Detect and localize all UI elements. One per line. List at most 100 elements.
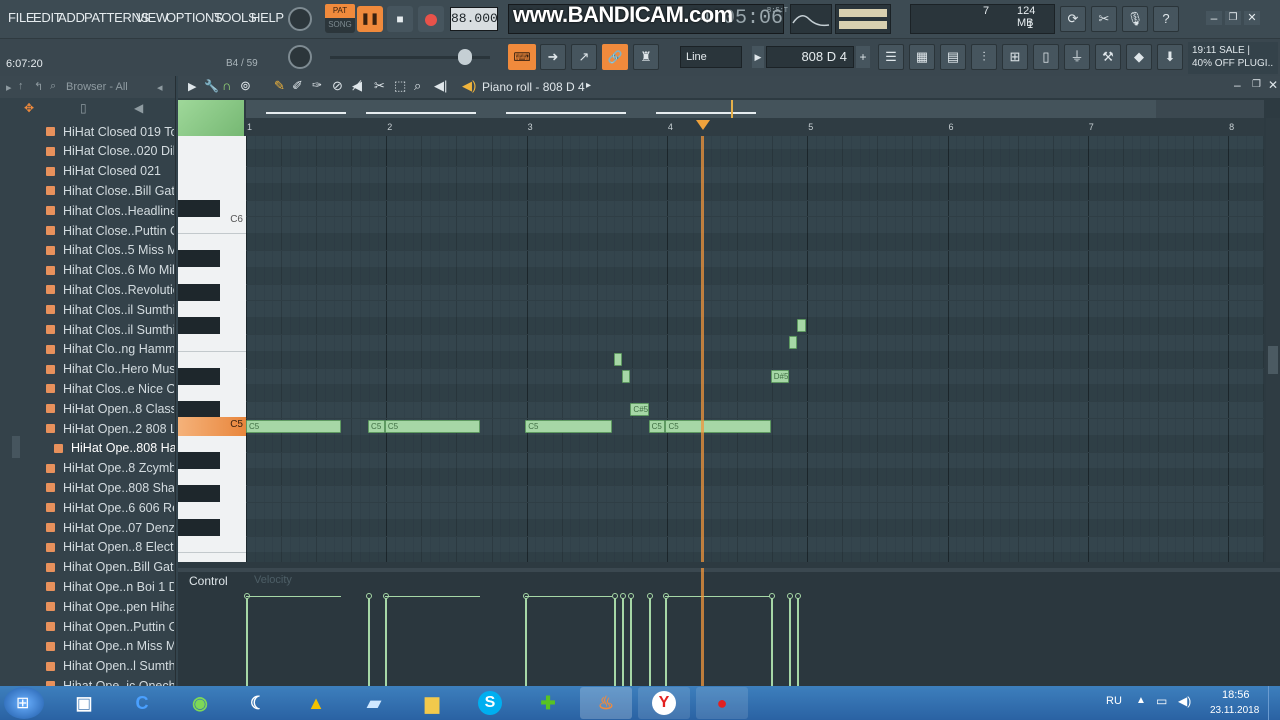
velocity-bar[interactable]	[797, 596, 800, 686]
playback-icon[interactable]: ◀|	[434, 78, 447, 94]
velocity-bar[interactable]	[622, 596, 624, 686]
velocity-handle[interactable]	[795, 593, 802, 599]
black-key[interactable]	[178, 283, 220, 301]
add-channel-button[interactable]: +	[856, 46, 870, 68]
snap-selector[interactable]: Line	[680, 46, 742, 68]
file-icon[interactable]: ▯	[80, 101, 87, 115]
tools-button[interactable]: ⚒	[1095, 44, 1121, 70]
velocity-bar[interactable]	[665, 596, 668, 686]
browser-item[interactable]: HiHat Close..020 Dilla	[46, 142, 174, 161]
task-ccleaner[interactable]: C	[116, 687, 168, 719]
slide-button[interactable]: ↗	[571, 44, 597, 70]
menu-add[interactable]: ADD	[58, 10, 85, 25]
browser-item[interactable]: HiHat Closed 019 Torq	[46, 122, 174, 141]
volume-icon[interactable]: ◀)	[1178, 694, 1191, 708]
pr-minimize-icon[interactable]: –	[1234, 78, 1241, 92]
browser-item[interactable]: Hihat Clos..e Nice One	[46, 379, 174, 398]
task-addon[interactable]: ✚	[522, 687, 574, 719]
browser-item[interactable]: HiHat Closed 021	[46, 162, 174, 181]
task-moon[interactable]: ☾	[232, 687, 284, 719]
mic-button[interactable]: 🎙	[1122, 6, 1148, 32]
velocity-bar[interactable]	[770, 596, 773, 686]
playhead-marker[interactable]	[695, 120, 710, 130]
master-volume-knob[interactable]	[288, 7, 312, 31]
task-bandicam[interactable]: ●	[696, 687, 748, 719]
velocity-bar[interactable]	[525, 596, 528, 686]
black-key[interactable]	[178, 401, 220, 419]
note[interactable]: C5	[648, 420, 666, 433]
piano-roll-button[interactable]: ▦	[909, 44, 935, 70]
black-key[interactable]	[178, 317, 220, 335]
tray-arrow-icon[interactable]: ▲	[1136, 695, 1146, 706]
browser-item[interactable]: Hihat Clos..6 Mo Milli	[46, 261, 174, 280]
browser-item[interactable]: HiHat Open..8 Electro	[46, 538, 174, 557]
cut-tool-button[interactable]: ✂	[1091, 6, 1117, 32]
browser-item[interactable]: HiHat Ope..6 606 Red	[46, 498, 174, 517]
mixer-button[interactable]: ⫶	[971, 44, 997, 70]
news-panel[interactable]: 19:11 SALE | 40% OFF PLUGI..	[1188, 42, 1278, 74]
velocity-bar[interactable]	[246, 596, 248, 686]
tempo-display[interactable]: 88.000	[450, 7, 498, 31]
browser-item[interactable]: HiHat Ope..808 Shape	[46, 478, 174, 497]
note[interactable]: C5	[525, 420, 613, 433]
task-warning[interactable]: ▲	[290, 687, 342, 719]
velocity-bar[interactable]	[630, 596, 633, 686]
zoom-icon[interactable]: ⌕	[414, 78, 421, 94]
menu-arrow-icon[interactable]: ◂	[157, 81, 163, 94]
menu-tools[interactable]: TOOLS	[214, 10, 257, 25]
snap-icon[interactable]: ✥	[24, 101, 34, 115]
pencil-icon[interactable]: ✎	[274, 78, 285, 94]
vertical-scroll-handle[interactable]	[1268, 346, 1278, 374]
browser-item[interactable]: HiHat Ope..8 Zcymbal	[46, 459, 174, 478]
browser-item[interactable]: Hihat Clos..il Sumthin	[46, 320, 174, 339]
note[interactable]: C5	[368, 420, 385, 433]
note[interactable]: C5	[384, 420, 481, 433]
note[interactable]: D#5	[770, 369, 789, 383]
pause-button[interactable]: ❚❚	[357, 6, 383, 32]
velocity-handle[interactable]	[628, 593, 635, 599]
task-yandex[interactable]: Y	[638, 687, 690, 719]
task-explorer[interactable]: ▆	[406, 687, 458, 719]
browser-item[interactable]: Hihat Ope..n Boi 1 Da	[46, 577, 174, 596]
browser-item[interactable]: Hihat Open..Puttin On	[46, 617, 174, 636]
task-skype[interactable]: S	[464, 687, 516, 719]
black-key[interactable]	[178, 367, 220, 385]
browser-button[interactable]: ▯	[1033, 44, 1059, 70]
piano-keyboard[interactable]: C6C5C4	[178, 136, 246, 562]
up-arrow-icon[interactable]: ↑	[18, 80, 24, 92]
velocity-handle[interactable]	[611, 593, 618, 599]
playlist-button[interactable]: ☰	[878, 44, 904, 70]
menu-file[interactable]: FILE	[8, 10, 35, 25]
stamp-button[interactable]: ♜	[633, 44, 659, 70]
maximize-button[interactable]: ❐	[1225, 11, 1241, 25]
link-button[interactable]: 🔗	[602, 44, 628, 70]
title-arrow-icon[interactable]: ▸	[586, 80, 591, 91]
browser-item[interactable]: Hihat Ope..pen Hihat	[46, 597, 174, 616]
velocity-bar[interactable]	[384, 596, 387, 686]
note[interactable]: C#5	[630, 403, 649, 417]
black-key[interactable]	[178, 451, 220, 469]
browser-item[interactable]: Hihat Clo..ng Hammer	[46, 340, 174, 359]
clock-date[interactable]: 23.11.2018	[1210, 705, 1259, 716]
pr-close-icon[interactable]: ✕	[1268, 78, 1278, 92]
menu-help[interactable]: HELP	[251, 10, 284, 25]
help-button[interactable]: ?	[1153, 6, 1179, 32]
menu-view[interactable]: VIEW	[136, 10, 168, 25]
master-pitch-knob[interactable]	[288, 45, 312, 69]
browser-item[interactable]: Hihat Ope..n Miss Me	[46, 637, 174, 656]
browser-item[interactable]: Hihat Open..l Sumthin	[46, 657, 174, 676]
overview-window[interactable]	[246, 100, 1156, 118]
speaker-icon[interactable]: ◀	[134, 101, 143, 115]
velocity-handle[interactable]	[646, 593, 653, 599]
mute-icon[interactable]: ◀̸	[352, 78, 362, 94]
close-button[interactable]: ✕	[1244, 11, 1260, 25]
record-button[interactable]	[418, 6, 444, 32]
task-wifi[interactable]: ◉	[174, 687, 226, 719]
note[interactable]	[622, 369, 630, 383]
velocity-bar[interactable]	[613, 596, 616, 686]
minimize-button[interactable]: –	[1206, 11, 1222, 25]
black-key[interactable]	[178, 250, 220, 267]
timeline-ruler[interactable]: 1 2 3 4 5 6 7 8	[246, 118, 1264, 136]
plugin-database-button[interactable]: ⏚	[1064, 44, 1090, 70]
download-button[interactable]: ⬇	[1157, 44, 1183, 70]
